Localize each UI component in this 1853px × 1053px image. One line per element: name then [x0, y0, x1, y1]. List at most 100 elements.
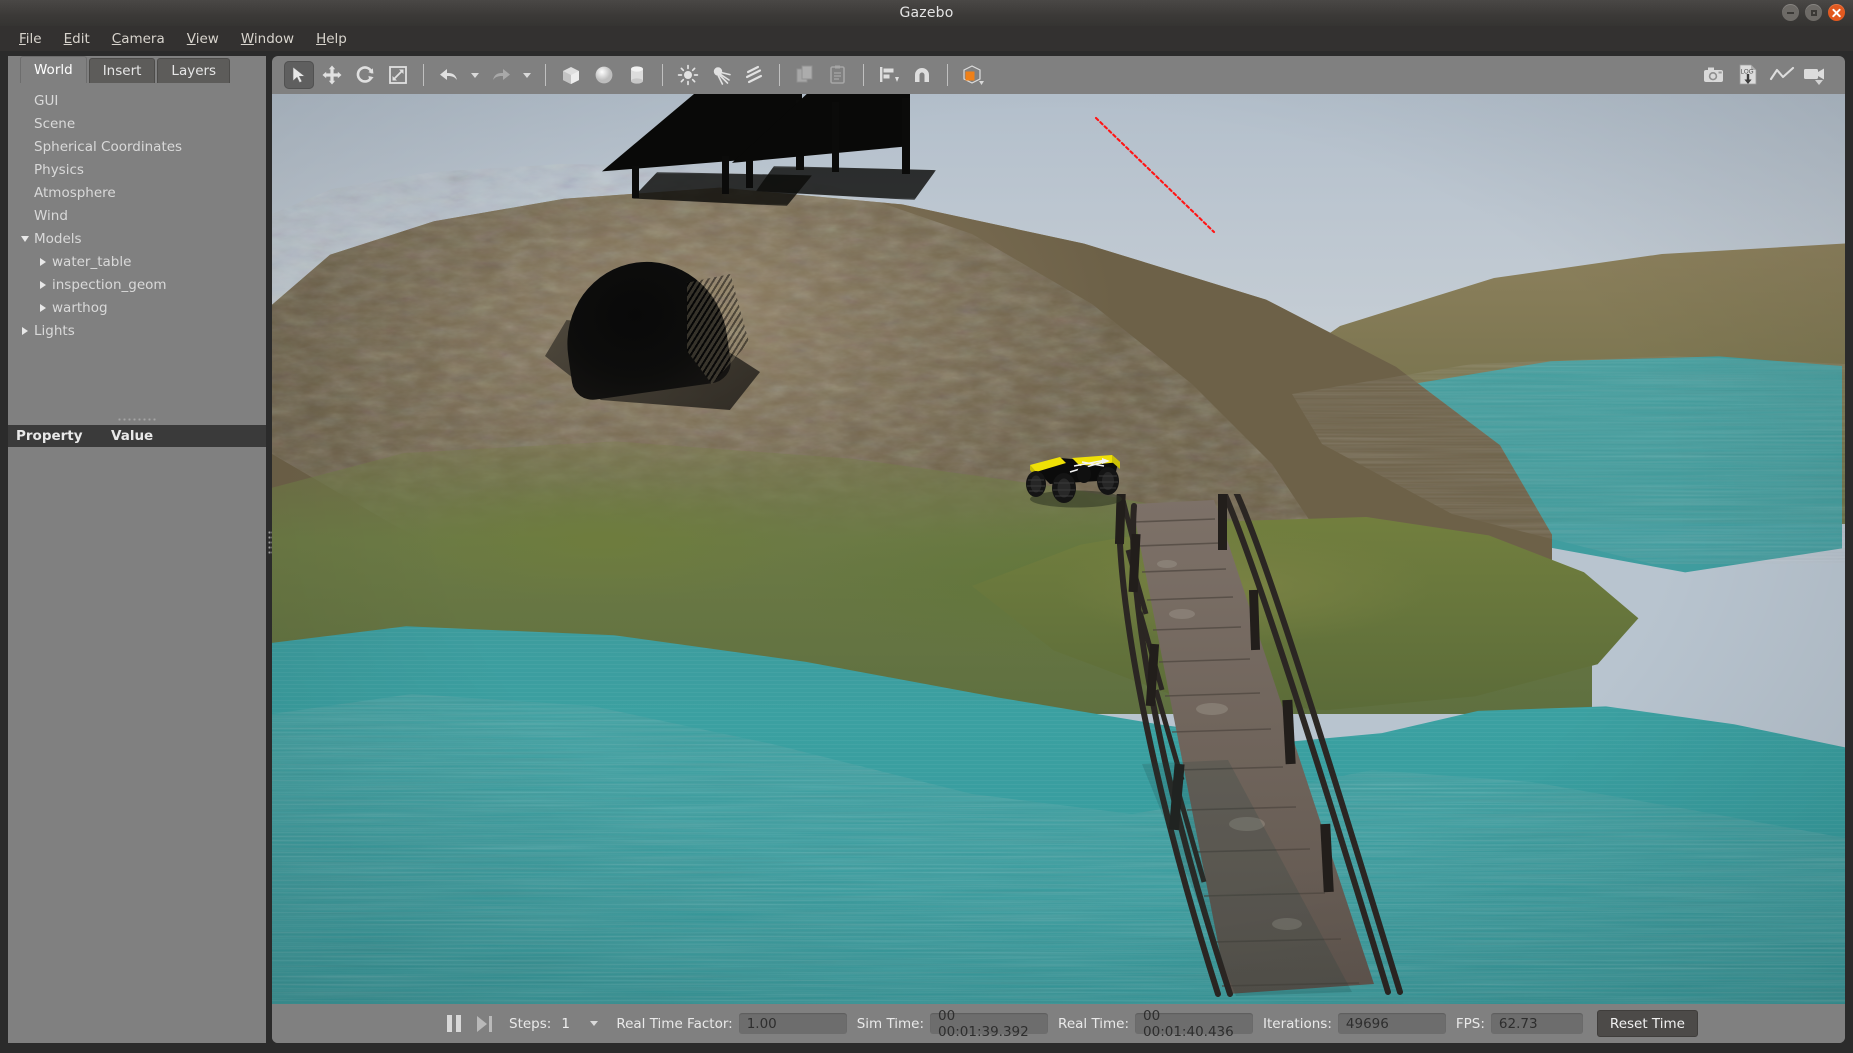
scale-mode-button[interactable]	[383, 61, 413, 89]
undo-history-dropdown[interactable]	[467, 61, 483, 89]
redo-history-dropdown[interactable]	[519, 61, 535, 89]
scene-toolbar-right: LOG	[1699, 56, 1831, 94]
record-video-button[interactable]	[1801, 61, 1831, 89]
redo-button[interactable]	[486, 61, 516, 89]
tree-item-label: GUI	[34, 93, 58, 109]
copy-icon	[794, 64, 816, 86]
window-controls	[1782, 4, 1845, 21]
tab-insert[interactable]: Insert	[89, 58, 156, 83]
minimize-button[interactable]	[1782, 4, 1799, 21]
plot-line-icon	[1769, 65, 1795, 85]
select-mode-button[interactable]	[284, 61, 314, 89]
toolbar-separator	[779, 64, 780, 86]
iterations-label: Iterations:	[1263, 1016, 1332, 1032]
column-header-value: Value	[103, 428, 266, 444]
tree-item-label: Scene	[34, 116, 75, 132]
screenshot-button[interactable]	[1699, 61, 1729, 89]
plot-button[interactable]	[1767, 61, 1797, 89]
chevron-right-icon[interactable]	[34, 304, 52, 312]
tree-item-label: Physics	[34, 162, 84, 178]
menu-view[interactable]: View	[176, 28, 230, 50]
insert-sphere-button[interactable]	[589, 61, 619, 89]
close-button[interactable]	[1828, 4, 1845, 21]
reset-time-button[interactable]: Reset Time	[1597, 1010, 1698, 1037]
menu-camera[interactable]: Camera	[101, 28, 176, 50]
tree-item-lights[interactable]: Lights	[8, 319, 266, 342]
3d-viewport[interactable]	[272, 94, 1845, 1004]
tree-item-spherical-coordinates[interactable]: Spherical Coordinates	[8, 135, 266, 158]
chevron-down-icon[interactable]	[16, 236, 34, 242]
real-time-label: Real Time:	[1058, 1016, 1129, 1032]
cursor-arrow-icon	[289, 65, 309, 85]
rotate-icon	[354, 64, 376, 86]
steps-label: Steps:	[509, 1016, 551, 1032]
insert-directional-light-button[interactable]	[739, 61, 769, 89]
tree-item-label: warthog	[52, 300, 108, 316]
tree-item-label: Lights	[34, 323, 75, 339]
iterations-value: 49696	[1338, 1013, 1446, 1034]
directional-light-icon	[743, 64, 765, 86]
view-angle-button[interactable]	[958, 61, 988, 89]
tree-item-label: Atmosphere	[34, 185, 116, 201]
tree-item-models[interactable]: Models	[8, 227, 266, 250]
insert-cylinder-button[interactable]	[622, 61, 652, 89]
tab-layers[interactable]: Layers	[157, 58, 230, 83]
tree-item-physics[interactable]: Physics	[8, 158, 266, 181]
steps-value[interactable]: 1	[557, 1013, 587, 1034]
translate-mode-button[interactable]	[317, 61, 347, 89]
tree-item-scene[interactable]: Scene	[8, 112, 266, 135]
tab-world[interactable]: World	[20, 56, 87, 83]
tree-item-wind[interactable]: Wind	[8, 204, 266, 227]
toolbar-separator	[545, 64, 546, 86]
tree-item-atmosphere[interactable]: Atmosphere	[8, 181, 266, 204]
toolbar-separator	[863, 64, 864, 86]
toolbar-separator	[423, 64, 424, 86]
chevron-right-icon[interactable]	[34, 258, 52, 266]
scene-toolbar: LOG	[272, 56, 1845, 94]
menu-bar: File Edit Camera View Window Help	[0, 26, 1853, 51]
insert-point-light-button[interactable]	[673, 61, 703, 89]
chevron-down-icon	[471, 73, 479, 78]
insert-spot-light-button[interactable]	[706, 61, 736, 89]
copy-button[interactable]	[790, 61, 820, 89]
snap-button[interactable]	[907, 61, 937, 89]
menu-help[interactable]: Help	[305, 28, 358, 50]
window-title: Gazebo	[899, 5, 953, 21]
insert-box-button[interactable]	[556, 61, 586, 89]
point-light-icon	[677, 64, 699, 86]
step-forward-icon	[477, 1016, 492, 1032]
chevron-right-icon[interactable]	[16, 327, 34, 335]
steps-dropdown-icon[interactable]	[590, 1021, 598, 1026]
menu-edit[interactable]: Edit	[53, 28, 101, 50]
spot-light-icon	[710, 64, 732, 86]
tree-item-inspection-geom[interactable]: inspection_geom	[8, 273, 266, 296]
paste-button[interactable]	[823, 61, 853, 89]
pause-button[interactable]	[439, 1011, 469, 1037]
maximize-button[interactable]	[1805, 4, 1822, 21]
tree-item-label: inspection_geom	[52, 277, 167, 293]
status-bar: Steps: 1 Real Time Factor: 1.00 Sim Time…	[272, 1004, 1845, 1043]
chevron-right-icon[interactable]	[34, 281, 52, 289]
scale-icon	[387, 64, 409, 86]
splitter-grip-icon	[117, 418, 157, 421]
step-button[interactable]	[469, 1011, 499, 1037]
view-cube-icon	[960, 63, 986, 87]
menu-window[interactable]: Window	[230, 28, 305, 50]
sim-time-value: 00 00:01:39.392	[930, 1013, 1048, 1034]
align-button[interactable]	[874, 61, 904, 89]
fps-value: 62.73	[1491, 1013, 1583, 1034]
save-log-button[interactable]: LOG	[1733, 61, 1763, 89]
undo-button[interactable]	[434, 61, 464, 89]
magnet-icon	[911, 64, 933, 86]
tree-item-warthog[interactable]: warthog	[8, 296, 266, 319]
status-bar-content: Steps: 1 Real Time Factor: 1.00 Sim Time…	[439, 1010, 1698, 1037]
minimize-icon	[1787, 12, 1794, 14]
tree-item-gui[interactable]: GUI	[8, 89, 266, 112]
rotate-mode-button[interactable]	[350, 61, 380, 89]
sphere-icon	[593, 64, 615, 86]
tree-item-water-table[interactable]: water_table	[8, 250, 266, 273]
panel-splitter[interactable]	[8, 413, 266, 425]
menu-file[interactable]: File	[8, 28, 53, 50]
move-arrows-icon	[321, 64, 343, 86]
pause-icon	[447, 1015, 461, 1032]
